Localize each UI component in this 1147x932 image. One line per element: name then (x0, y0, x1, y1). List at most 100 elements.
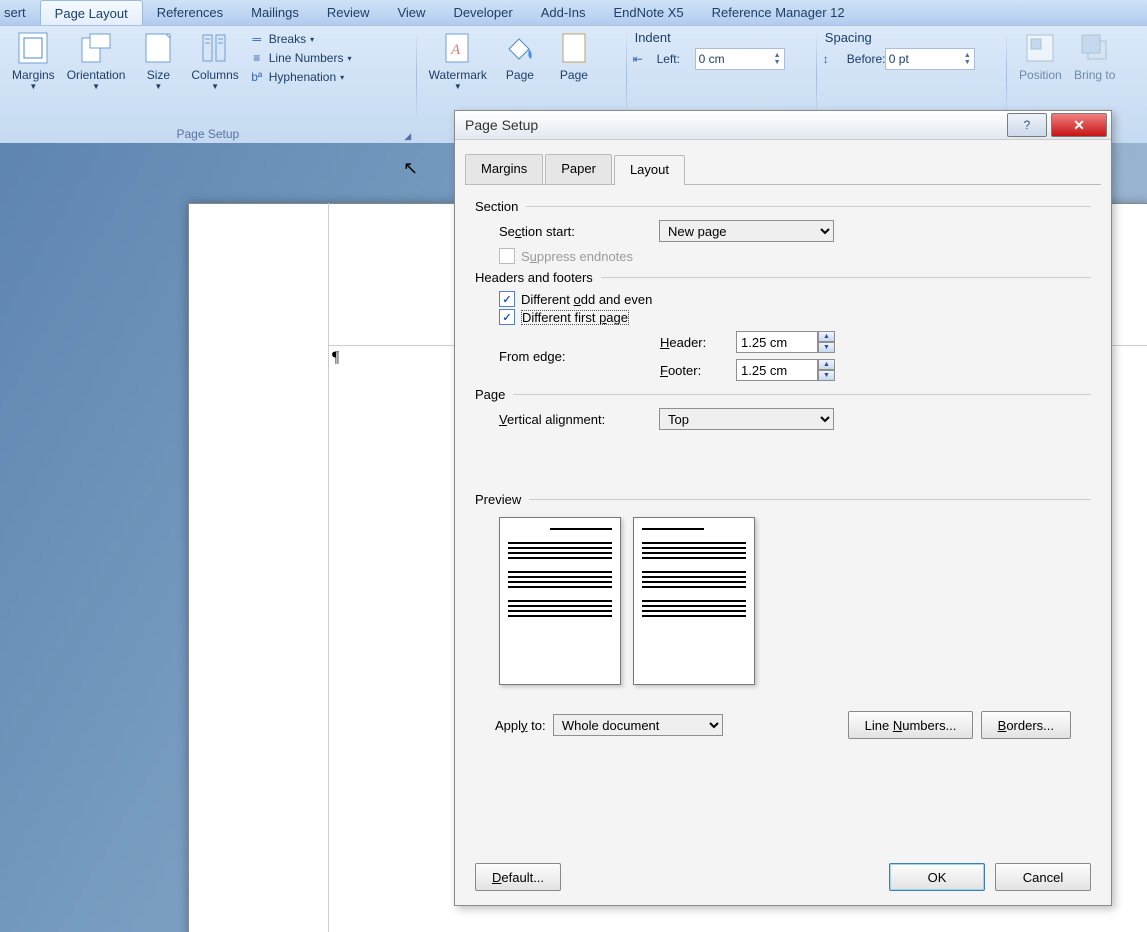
section-start-select[interactable]: New page (659, 220, 834, 242)
tab-endnote[interactable]: EndNote X5 (600, 0, 698, 25)
chevron-down-icon: ▼ (29, 82, 37, 91)
ok-button[interactable]: OK (889, 863, 985, 891)
spacing-before-label: Before: (847, 52, 881, 66)
apply-to-select[interactable]: Whole document (553, 714, 723, 736)
indent-title: Indent (633, 29, 810, 48)
preview-page-odd (499, 517, 621, 685)
help-button[interactable]: ? (1007, 113, 1047, 137)
page-color-label: Page (506, 68, 534, 82)
breaks-item[interactable]: ═ Breaks ▾ (249, 31, 352, 47)
header-distance-value[interactable] (736, 331, 818, 353)
line-numbers-icon: ≡ (249, 50, 265, 66)
headers-heading: Headers and footers (475, 270, 593, 285)
default-button[interactable]: Default... (475, 863, 561, 891)
spin-up-icon[interactable]: ▲ (964, 52, 971, 59)
spacing-before-value: 0 pt (889, 52, 909, 66)
odd-even-checkbox[interactable]: ✓ Different odd and even (499, 291, 1091, 307)
hyphenation-icon: bª (249, 69, 265, 85)
chevron-down-icon: ▾ (310, 35, 314, 44)
group-page-setup: Margins ▼ Orientation ▼ Size ▼ Columns ▼… (0, 26, 416, 144)
odd-even-label: Different odd and even (521, 292, 652, 307)
size-label: Size (147, 68, 170, 82)
position-label: Position (1019, 68, 1062, 82)
margins-button[interactable]: Margins ▼ (6, 29, 61, 127)
margins-label: Margins (12, 68, 55, 82)
chevron-down-icon: ▾ (347, 54, 351, 63)
tab-mailings[interactable]: Mailings (237, 0, 313, 25)
line-numbers-button[interactable]: Line Numbers... (848, 711, 974, 739)
spin-down-icon[interactable]: ▼ (818, 342, 835, 353)
section-heading: Section (475, 199, 518, 214)
divider (529, 499, 1091, 500)
dialog-footer: Default... OK Cancel (455, 863, 1111, 891)
first-page-checkbox[interactable]: ✓ Different first page (499, 309, 1091, 325)
tab-insert[interactable]: sert (0, 0, 40, 25)
margins-icon (16, 31, 50, 65)
bring-to-label: Bring to (1074, 68, 1115, 82)
preview-container (499, 517, 1091, 685)
breaks-icon: ═ (249, 31, 265, 47)
tab-review[interactable]: Review (313, 0, 384, 25)
apply-to-label: Apply to: (495, 718, 546, 733)
tabs-row: sert Page Layout References Mailings Rev… (0, 0, 1147, 26)
footer-distance-value[interactable] (736, 359, 818, 381)
spin-down-icon[interactable]: ▼ (818, 370, 835, 381)
tab-addins[interactable]: Add-Ins (527, 0, 600, 25)
svg-text:A: A (450, 42, 461, 58)
chevron-down-icon: ▼ (211, 82, 219, 91)
spin-down-icon[interactable]: ▼ (964, 59, 971, 66)
chevron-down-icon: ▼ (92, 82, 100, 91)
page-heading: Page (475, 387, 505, 402)
orientation-icon (79, 31, 113, 65)
indent-left-label: Left: (657, 52, 691, 66)
valign-select[interactable]: Top (659, 408, 834, 430)
page-setup-dialog: Page Setup ? ✕ Margins Paper Layout Sect… (454, 110, 1112, 906)
checkbox-icon: ✓ (499, 309, 515, 325)
tab-layout[interactable]: Layout (614, 155, 685, 185)
tab-paper[interactable]: Paper (545, 154, 612, 184)
header-distance-input[interactable]: ▲▼ (736, 331, 846, 353)
breaks-label: Breaks (269, 32, 306, 46)
line-numbers-label: Line Numbers (269, 51, 344, 65)
tab-view[interactable]: View (383, 0, 439, 25)
tab-page-layout[interactable]: Page Layout (40, 0, 143, 25)
close-button[interactable]: ✕ (1051, 113, 1107, 137)
divider (526, 206, 1091, 207)
orientation-button[interactable]: Orientation ▼ (61, 29, 132, 127)
spin-up-icon[interactable]: ▲ (818, 331, 835, 342)
spin-down-icon[interactable]: ▼ (774, 59, 781, 66)
page-setup-launcher[interactable]: ◢ (402, 130, 414, 142)
hyphenation-item[interactable]: bªHyphenation▾ (249, 69, 352, 85)
spacing-title: Spacing (823, 29, 1000, 48)
footer-distance-input[interactable]: ▲▼ (736, 359, 846, 381)
page-setup-minilist: ═Breaks▾ ≡Line Numbers▾ bªHyphenation▾ (245, 29, 356, 127)
line-numbers-item[interactable]: ≡ Line Numbers▾ (249, 50, 352, 66)
tab-developer[interactable]: Developer (439, 0, 526, 25)
watermark-label: Watermark (429, 68, 487, 82)
divider (601, 277, 1091, 278)
tab-refmgr[interactable]: Reference Manager 12 (698, 0, 859, 25)
columns-icon (198, 31, 232, 65)
footer-label: Footer: (660, 363, 730, 378)
mouse-cursor-icon: ↖ (403, 158, 418, 179)
suppress-label: Suppress endnotes (521, 249, 633, 264)
spin-up-icon[interactable]: ▲ (818, 359, 835, 370)
watermark-icon: A (441, 31, 475, 65)
spacing-before-input[interactable]: 0 pt ▲▼ (885, 48, 975, 70)
valign-label: Vertical alignment: (499, 412, 659, 427)
dialog-tabs: Margins Paper Layout (465, 154, 1101, 185)
divider (513, 394, 1091, 395)
size-button[interactable]: Size ▼ (131, 29, 185, 127)
tab-references[interactable]: References (143, 0, 237, 25)
position-icon (1023, 31, 1057, 65)
suppress-endnotes-checkbox: Suppress endnotes (499, 248, 1091, 264)
borders-button[interactable]: Borders... (981, 711, 1071, 739)
dialog-titlebar[interactable]: Page Setup ? ✕ (455, 111, 1111, 140)
spin-up-icon[interactable]: ▲ (774, 52, 781, 59)
pilcrow-mark: ¶ (332, 349, 339, 367)
indent-left-input[interactable]: 0 cm▲▼ (695, 48, 785, 70)
cancel-button[interactable]: Cancel (995, 863, 1091, 891)
bring-to-front-icon (1078, 31, 1112, 65)
columns-button[interactable]: Columns ▼ (185, 29, 244, 127)
tab-margins[interactable]: Margins (465, 154, 543, 184)
